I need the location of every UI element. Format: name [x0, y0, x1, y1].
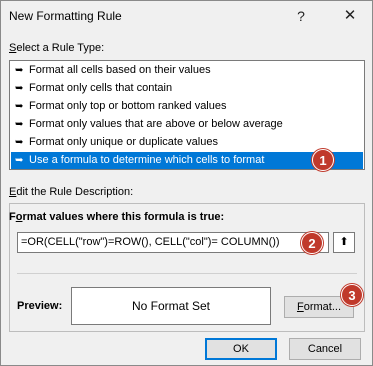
separator	[17, 273, 357, 274]
formula-label: Format values where this formula is true…	[9, 211, 225, 223]
callout-badge-1: 1	[312, 149, 334, 171]
cancel-button[interactable]: Cancel	[289, 338, 361, 360]
collapse-dialog-icon[interactable]: ⬆	[333, 232, 355, 253]
rule-item-all-cells[interactable]: ➥ Format all cells based on their values	[11, 62, 363, 79]
help-icon[interactable]: ?	[286, 4, 316, 28]
arrow-icon: ➥	[15, 155, 24, 166]
rule-item-top-bottom[interactable]: ➥ Format only top or bottom ranked values	[11, 98, 363, 115]
arrow-icon: ➥	[15, 119, 24, 130]
arrow-icon: ➥	[15, 101, 24, 112]
rule-item-cells-contain[interactable]: ➥ Format only cells that contain	[11, 80, 363, 97]
callout-badge-2: 2	[301, 232, 323, 254]
title-bar: New Formatting Rule ? ✕	[1, 1, 372, 31]
preview-box: No Format Set	[71, 287, 271, 325]
rule-type-label: Select a Rule Type:	[9, 42, 105, 54]
rule-item-unique-duplicate[interactable]: ➥ Format only unique or duplicate values	[11, 134, 363, 151]
rule-item-above-below-average[interactable]: ➥ Format only values that are above or be…	[11, 116, 363, 133]
arrow-icon: ➥	[15, 65, 24, 76]
rule-description-label: Edit the Rule Description:	[9, 186, 134, 198]
formula-input[interactable]: =OR(CELL("row")=ROW(), CELL("col")= COLU…	[17, 232, 329, 253]
dialog-title: New Formatting Rule	[9, 9, 122, 23]
arrow-icon: ➥	[15, 83, 24, 94]
rule-type-list[interactable]: ➥ Format all cells based on their values …	[9, 60, 365, 170]
callout-badge-3: 3	[341, 284, 363, 306]
arrow-icon: ➥	[15, 137, 24, 148]
ok-button[interactable]: OK	[205, 338, 277, 360]
preview-label: Preview:	[17, 300, 63, 312]
close-icon[interactable]: ✕	[335, 4, 365, 28]
rule-item-use-formula[interactable]: ➥ Use a formula to determine which cells …	[11, 152, 363, 169]
new-formatting-rule-dialog: New Formatting Rule ? ✕ Select a Rule Ty…	[0, 0, 373, 366]
